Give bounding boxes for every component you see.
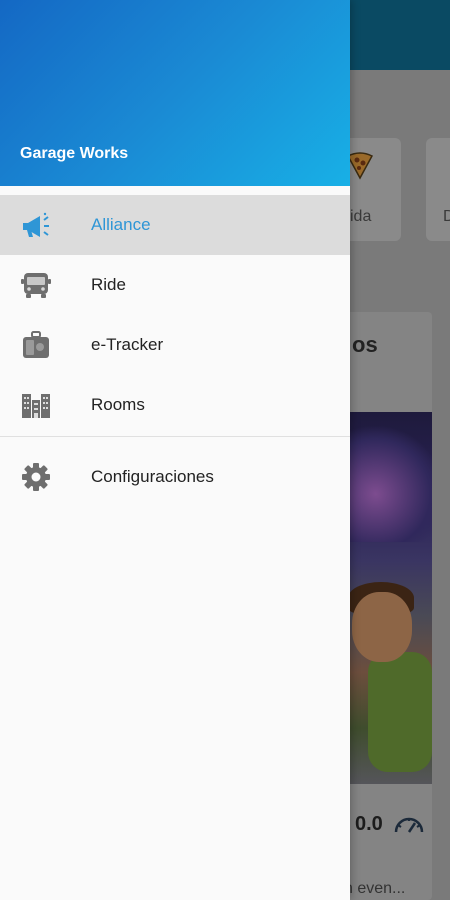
navigation-drawer: Garage Works Alliance Ride e-Tracker Roo… <box>0 0 350 900</box>
category-card-label: D <box>443 208 450 225</box>
menu-item-alliance[interactable]: Alliance <box>0 195 350 255</box>
buildings-icon <box>22 394 50 418</box>
featured-panel-title: os <box>352 332 378 357</box>
gear-icon <box>22 463 50 491</box>
event-description: n even... <box>344 880 406 897</box>
drawer-header: Garage Works <box>0 0 350 186</box>
menu-item-label: Rooms <box>91 395 145 414</box>
bus-icon <box>21 273 51 298</box>
luggage-icon <box>23 331 49 358</box>
featured-photo[interactable] <box>338 412 432 784</box>
menu-item-label: Alliance <box>91 215 151 234</box>
menu-item-label: e-Tracker <box>91 335 164 354</box>
menu-item-e-tracker[interactable]: e-Tracker <box>0 315 350 375</box>
menu-item-ride[interactable]: Ride <box>0 255 350 315</box>
menu-item-label: Ride <box>91 275 126 294</box>
megaphone-icon <box>23 212 49 237</box>
drawer-title: Garage Works <box>20 145 129 162</box>
menu-item-rooms[interactable]: Rooms <box>0 375 350 435</box>
menu-item-configuraciones[interactable]: Configuraciones <box>0 447 350 507</box>
menu-item-label: Configuraciones <box>91 467 214 486</box>
menu-divider <box>0 436 350 437</box>
rating-value: 0.0 <box>355 813 383 835</box>
gauge-icon <box>394 817 424 833</box>
category-card-label: ida <box>350 208 372 225</box>
drawer-menu: Alliance Ride e-Tracker Rooms Configurac… <box>0 195 350 507</box>
